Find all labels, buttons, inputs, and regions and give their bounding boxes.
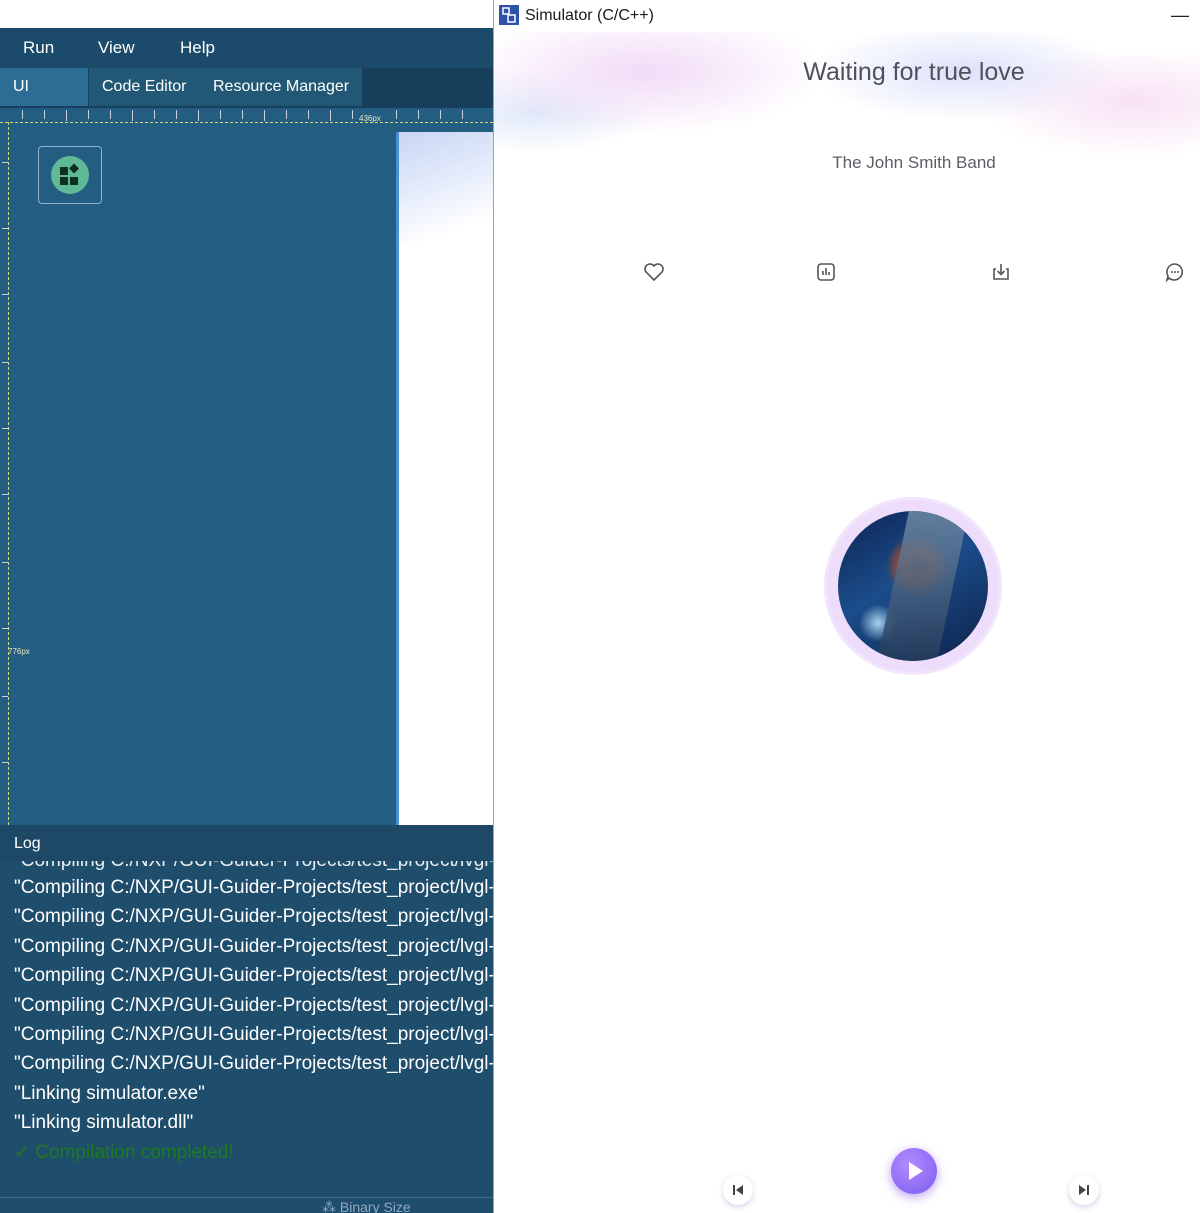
log-line: "Compiling C:/NXP/GUI-Guider-Projects/te… [14,994,493,1016]
log-title: Log [14,835,41,852]
log-header: Log [0,825,493,861]
menu-bar: Run View Help [0,28,493,68]
log-success-line: ✓ Compilation completed! [14,1141,234,1163]
simulator-window: Simulator (C/C++) — Waiting for true lov… [493,0,1200,1213]
menu-run[interactable]: Run [23,38,54,58]
skip-forward-icon [1079,1185,1089,1195]
log-line: "Linking simulator.exe" [14,1082,205,1104]
widgets-panel-button[interactable] [38,146,102,204]
heart-icon[interactable] [642,260,666,284]
binary-size-label[interactable]: ⁂ Binary Size [322,1199,411,1213]
preview-background [399,132,493,242]
tab-code-editor[interactable]: Code Editor [89,68,202,106]
menu-view[interactable]: View [98,38,135,58]
tab-resource-manager[interactable]: Resource Manager [200,68,365,106]
album-art [838,511,988,661]
play-icon [909,1162,923,1180]
log-line: "Compiling C:/NXP/GUI-Guider-Projects/te… [14,1023,493,1045]
editor-tab-bar: UI Editor Code Editor Resource Manager [0,68,493,133]
screen-preview[interactable] [396,132,493,825]
simulator-app-icon [499,5,519,25]
minimize-button[interactable]: — [1167,2,1193,28]
artist-name: The John Smith Band [832,153,996,172]
ide-top-strip [0,0,493,28]
play-button[interactable] [891,1148,937,1194]
tab-ui-editor[interactable]: UI Editor [0,68,90,133]
log-line: "Compiling C:/NXP/GUI-Guider-Projects/te… [14,906,493,928]
simulator-title: Simulator (C/C++) [525,7,654,24]
simulator-titlebar: Simulator (C/C++) — [494,0,1200,32]
album-art-figure [877,511,969,661]
horizontal-ruler: 436px [0,108,493,123]
vertical-ruler [0,122,9,825]
download-icon[interactable] [989,260,1013,284]
chart-icon[interactable] [814,260,838,284]
previous-track-button[interactable] [723,1175,753,1205]
log-divider [0,1197,493,1198]
log-line: "Compiling C:/NXP/GUI-Guider-Projects/te… [14,965,493,987]
design-canvas[interactable]: 436px 776px [0,108,493,825]
log-line: "Linking simulator.dll" [14,1112,194,1134]
ruler-height-label: 776px [8,647,30,656]
log-line: "Compiling C:/NXP/GUI-Guider-Projects/te… [14,877,493,898]
ruler-width-label: 436px [359,114,381,123]
log-line-partial: "Compiling C:/NXP/GUI-Guider-Projects/te… [14,861,493,873]
chat-icon[interactable] [1163,260,1187,284]
widgets-icon [51,156,89,194]
gui-guider-ide: Run View Help UI Editor Code Editor Reso… [0,0,493,1213]
log-line: "Compiling C:/NXP/GUI-Guider-Projects/te… [14,1053,493,1075]
log-line: "Compiling C:/NXP/GUI-Guider-Projects/te… [14,935,493,957]
menu-help[interactable]: Help [180,38,215,58]
binary-size-icon: ⁂ [322,1199,340,1213]
song-title: Waiting for true love [803,58,1025,86]
skip-back-icon [733,1185,743,1195]
next-track-button[interactable] [1069,1175,1099,1205]
log-output[interactable]: "Compiling C:/NXP/GUI-Guider-Projects/te… [14,861,493,1167]
log-panel: Log "Compiling C:/NXP/GUI-Guider-Project… [0,825,493,1213]
